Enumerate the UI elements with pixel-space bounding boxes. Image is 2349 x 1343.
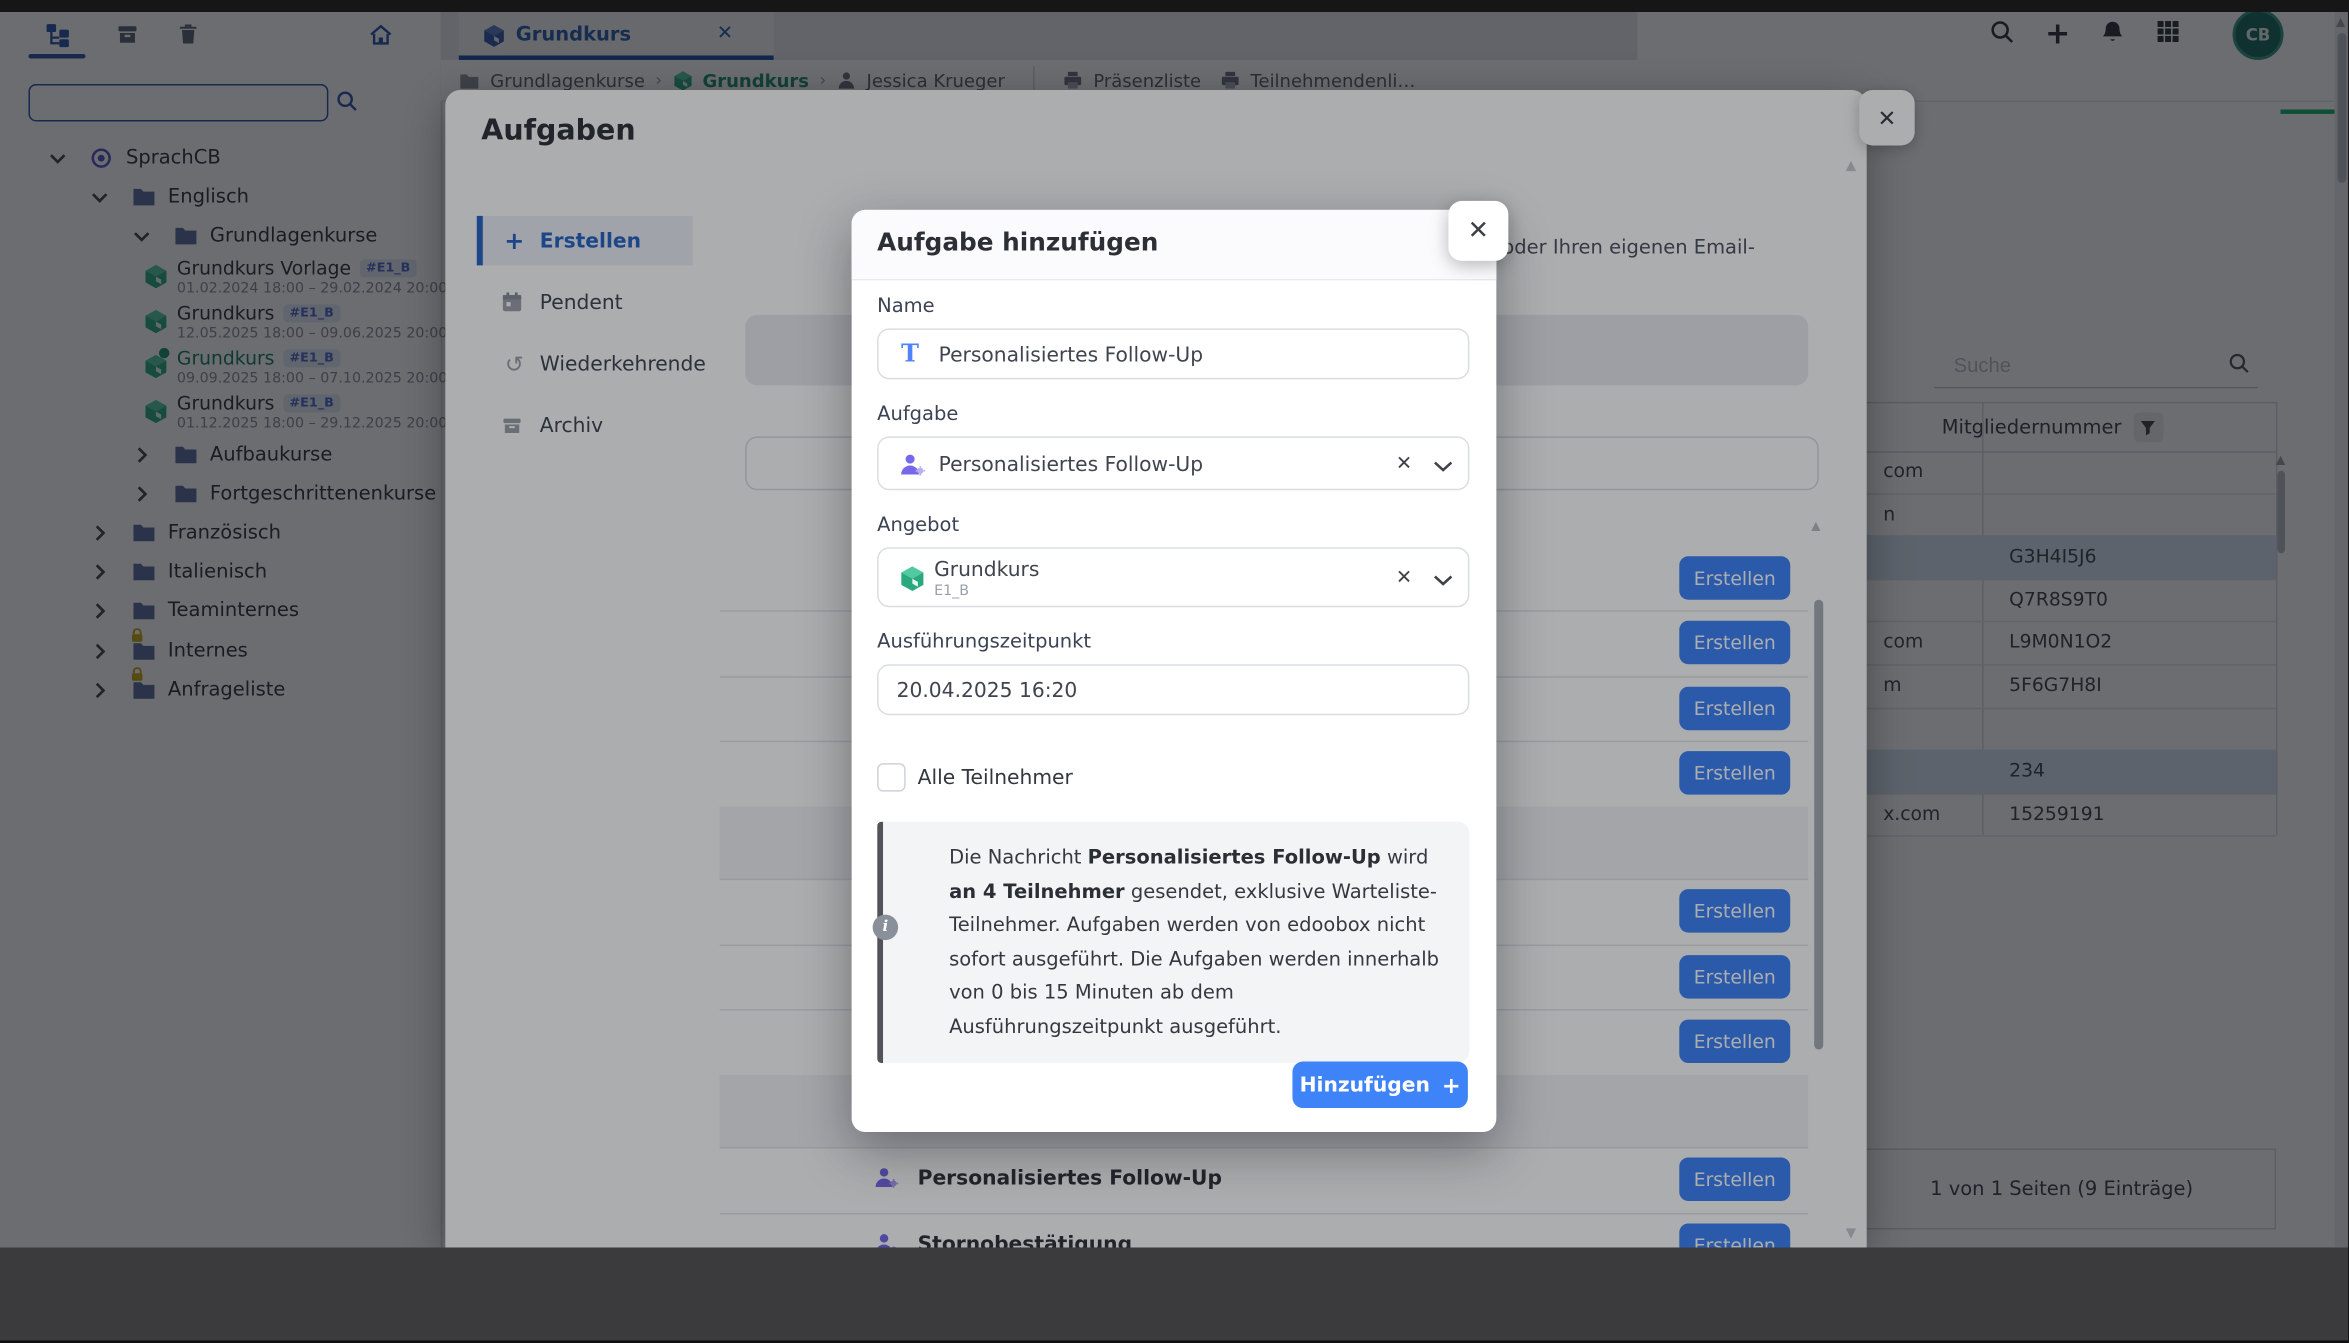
name-label: Name	[877, 295, 935, 317]
top-dark-strip	[0, 0, 2348, 12]
aufgabe-label: Aufgabe	[877, 403, 958, 425]
info-text: wird	[1381, 847, 1429, 869]
chevron-down-icon[interactable]	[1433, 574, 1452, 586]
hinzufuegen-label: Hinzufügen	[1300, 1073, 1430, 1097]
zeitpunkt-label: Ausführungszeitpunkt	[877, 631, 1091, 653]
info-text: Die Nachricht	[949, 847, 1088, 869]
info-box: Die Nachricht Personalisiertes Follow-Up…	[877, 822, 1469, 1063]
plus-icon: +	[1442, 1071, 1461, 1098]
name-field[interactable]: T Personalisiertes Follow-Up	[877, 328, 1469, 379]
app-stage: SprachCB Englisch Grundlagenkurse Grundk…	[0, 0, 2348, 1343]
aufgabe-select[interactable]: Personalisiertes Follow-Up ✕	[877, 436, 1469, 490]
dialog-header: Aufgabe hinzufügen	[852, 210, 1497, 280]
aufgabe-value: Personalisiertes Follow-Up	[939, 453, 1203, 477]
alle-teilnehmer-checkbox[interactable]	[877, 763, 905, 791]
bottom-dark-strip	[0, 1247, 2348, 1343]
aufgabe-hinzufuegen-dialog: Aufgabe hinzufügen Name T Personalisiert…	[852, 210, 1497, 1132]
clear-icon[interactable]: ✕	[1396, 567, 1412, 589]
chevron-down-icon[interactable]	[1433, 460, 1452, 472]
dialog-close-button[interactable]: ✕	[1448, 201, 1508, 261]
zeitpunkt-value: 20.04.2025 16:20	[897, 679, 1078, 703]
dialog-title: Aufgabe hinzufügen	[877, 228, 1158, 256]
info-icon: i	[873, 915, 898, 940]
angebot-value: Grundkurs	[934, 558, 1039, 582]
hinzufuegen-button[interactable]: Hinzufügen +	[1292, 1062, 1467, 1108]
angebot-label: Angebot	[877, 514, 959, 536]
info-bold-recipients: an 4 Teilnehmer	[949, 881, 1125, 903]
angebot-sub: E1_B	[934, 583, 969, 599]
course-cube-icon	[900, 565, 925, 592]
info-text: gesendet, exklusive Warteliste-Teilnehme…	[949, 881, 1439, 1038]
angebot-select[interactable]: Grundkurs E1_B ✕	[877, 547, 1469, 607]
person-gear-icon	[900, 453, 927, 478]
zeitpunkt-field[interactable]: 20.04.2025 16:20	[877, 664, 1469, 715]
info-bold-message-name: Personalisiertes Follow-Up	[1088, 847, 1381, 869]
clear-icon[interactable]: ✕	[1396, 453, 1412, 475]
text-type-icon: T	[901, 339, 919, 367]
alle-teilnehmer-label: Alle Teilnehmer	[918, 766, 1073, 790]
name-value: Personalisiertes Follow-Up	[939, 343, 1203, 367]
